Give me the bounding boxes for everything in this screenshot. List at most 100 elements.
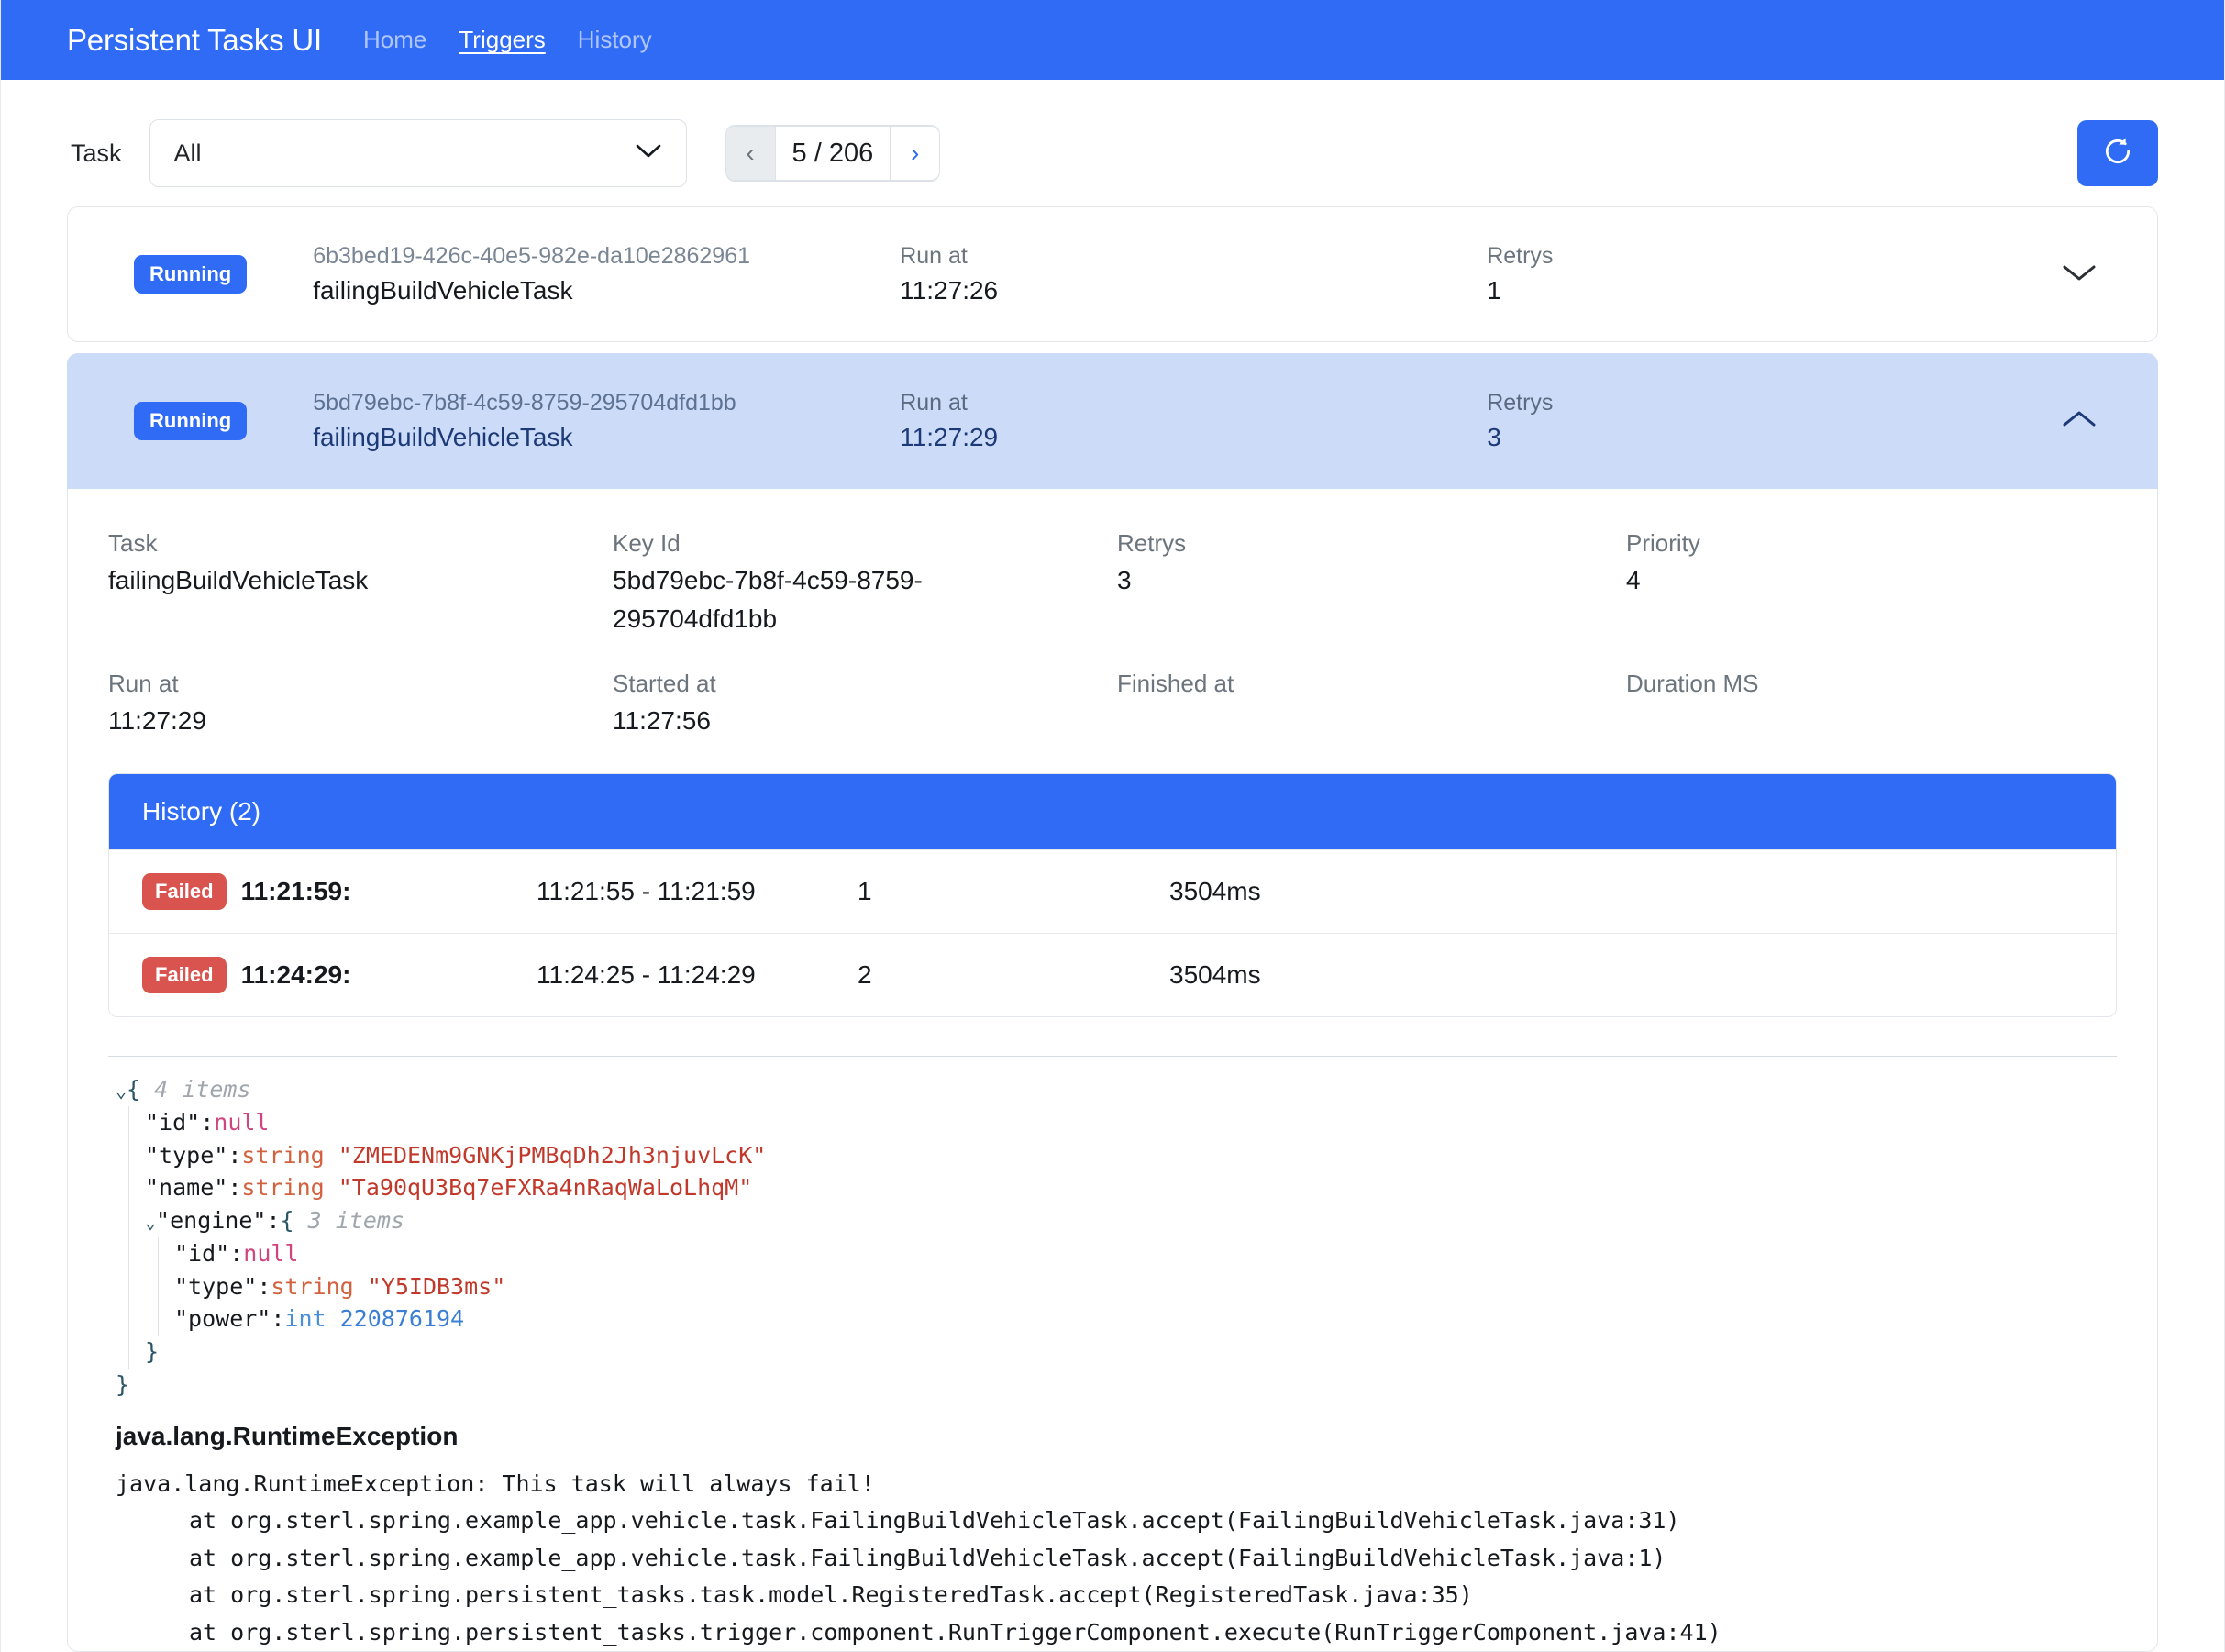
table-row[interactable]: Running 6b3bed19-426c-40e5-982e-da10e286… bbox=[67, 206, 2158, 342]
pagination: ‹ 5 / 206 › bbox=[725, 125, 941, 182]
run-at-label: Run at bbox=[900, 389, 968, 416]
history-time: 11:21:59: bbox=[240, 877, 351, 905]
detail-label: Duration MS bbox=[1626, 670, 1759, 697]
json-root-close: } bbox=[116, 1370, 130, 1398]
chevron-up-icon bbox=[2060, 408, 2098, 435]
collapse-row-button[interactable] bbox=[2038, 408, 2120, 435]
detail-value: 3 bbox=[1117, 566, 1132, 594]
task-name: failingBuildVehicleTask bbox=[313, 422, 573, 451]
table-row[interactable]: Running 5bd79ebc-7b8f-4c59-8759-295704df… bbox=[67, 353, 2158, 489]
history-attempt: 1 bbox=[858, 877, 872, 905]
task-identity-cell: 6b3bed19-426c-40e5-982e-da10e2862961 fai… bbox=[313, 239, 900, 310]
retrys-cell: Retrys 3 bbox=[1487, 386, 2038, 457]
nav-link-history[interactable]: History bbox=[578, 26, 652, 54]
detail-label: Task bbox=[108, 529, 158, 557]
json-key: "type" bbox=[174, 1272, 258, 1300]
json-root-children: "id":null "type":string "ZMEDENm9GNKjPMB… bbox=[128, 1105, 2117, 1369]
detail-label: Finished at bbox=[1117, 670, 1234, 697]
json-engine-children: "id":null "type":string "Y5IDB3ms" "powe… bbox=[158, 1236, 2117, 1336]
stack-frame: at org.sterl.spring.persistent_tasks.tri… bbox=[189, 1618, 1721, 1646]
json-key: "name" bbox=[145, 1174, 228, 1202]
detail-field-run-at: Run at 11:27:29 bbox=[108, 666, 613, 768]
retrys-label: Retrys bbox=[1487, 242, 1554, 269]
stack-frame: at org.sterl.spring.example_app.vehicle.… bbox=[189, 1507, 1680, 1534]
status-badge: Running bbox=[134, 402, 248, 440]
json-value: null bbox=[214, 1108, 270, 1136]
json-engine-close: } bbox=[145, 1338, 160, 1365]
task-filter-select[interactable]: All bbox=[149, 119, 687, 187]
status-badge: Failed bbox=[142, 873, 227, 910]
pagination-count: 5 / 206 bbox=[775, 126, 891, 181]
task-key-id: 6b3bed19-426c-40e5-982e-da10e2862961 bbox=[313, 242, 751, 269]
detail-field-priority: Priority 4 bbox=[1626, 526, 2117, 666]
detail-field-task: Task failingBuildVehicleTask bbox=[108, 526, 613, 666]
exception-stacktrace: java.lang.RuntimeException: This task wi… bbox=[108, 1466, 2117, 1652]
task-key-id: 5bd79ebc-7b8f-4c59-8759-295704dfd1bb bbox=[313, 389, 736, 416]
task-list: Running 6b3bed19-426c-40e5-982e-da10e286… bbox=[1, 206, 2224, 1652]
retrys-value: 3 bbox=[1487, 422, 1501, 451]
nav-link-home[interactable]: Home bbox=[363, 26, 426, 54]
json-value: "ZMEDENm9GNKjPMBqDh2Jh3njuvLcK" bbox=[338, 1141, 767, 1169]
detail-field-retrys: Retrys 3 bbox=[1117, 526, 1626, 666]
pagination-prev-button[interactable]: ‹ bbox=[725, 126, 776, 181]
chevron-down-icon bbox=[635, 143, 662, 164]
nav-links: Home Triggers History bbox=[363, 26, 652, 54]
stack-frame: at org.sterl.spring.persistent_tasks.tas… bbox=[189, 1581, 1473, 1608]
detail-label: Run at bbox=[108, 670, 179, 697]
history-row[interactable]: Failed 11:24:29: 11:24:25 - 11:24:29 2 3… bbox=[109, 933, 2116, 1016]
toolbar: Task All ‹ 5 / 206 › bbox=[1, 80, 2224, 188]
json-line-engine-type: "type":string "Y5IDB3ms" bbox=[174, 1272, 506, 1300]
chevron-down-icon[interactable]: ⌄ bbox=[116, 1080, 127, 1102]
json-type: string bbox=[241, 1174, 325, 1202]
chevron-down-icon bbox=[2060, 261, 2098, 288]
json-viewer: ⌄{ 4 items "id":null "type":string "ZMED… bbox=[108, 1073, 2117, 1402]
json-value: 220876194 bbox=[339, 1305, 465, 1333]
run-at-cell: Run at 11:27:26 bbox=[900, 239, 1487, 310]
exception-message: java.lang.RuntimeException: This task wi… bbox=[116, 1469, 875, 1497]
refresh-button[interactable] bbox=[2077, 120, 2158, 186]
detail-value: failingBuildVehicleTask bbox=[108, 566, 369, 594]
detail-label: Priority bbox=[1626, 529, 1700, 557]
detail-label: Key Id bbox=[613, 529, 681, 557]
detail-label: Retrys bbox=[1117, 529, 1187, 557]
json-key: "id" bbox=[145, 1108, 201, 1136]
pagination-next-button[interactable]: › bbox=[890, 126, 941, 181]
detail-value: 4 bbox=[1626, 566, 1641, 594]
app-title: Persistent Tasks UI bbox=[67, 22, 323, 57]
refresh-icon bbox=[2099, 133, 2136, 174]
json-root-count: 4 items bbox=[154, 1076, 251, 1103]
json-engine-count: 3 items bbox=[307, 1207, 405, 1234]
navbar: Persistent Tasks UI Home Triggers Histor… bbox=[1, 0, 2224, 80]
history-card: History (2) Failed 11:21:59: 11:21:55 - … bbox=[108, 773, 2117, 1017]
expand-row-button[interactable] bbox=[2038, 261, 2120, 288]
run-at-label: Run at bbox=[900, 242, 968, 269]
detail-value: 11:27:29 bbox=[108, 706, 206, 735]
json-line-id: "id":null bbox=[145, 1108, 270, 1136]
history-time: 11:24:29: bbox=[240, 960, 351, 989]
history-status-cell: Failed 11:24:29: bbox=[142, 957, 537, 993]
json-line-engine[interactable]: ⌄"engine":{ 3 items bbox=[145, 1204, 2117, 1237]
task-identity-cell: 5bd79ebc-7b8f-4c59-8759-295704dfd1bb fai… bbox=[313, 386, 900, 457]
json-root-line[interactable]: ⌄{ 4 items bbox=[116, 1073, 2117, 1106]
json-value: null bbox=[243, 1239, 299, 1267]
json-value: "Ta90qU3Bq7eFXRa4nRaqWaLoLhqM" bbox=[338, 1174, 753, 1202]
history-row[interactable]: Failed 11:21:59: 11:21:55 - 11:21:59 1 3… bbox=[109, 849, 2116, 933]
history-duration: 3504ms bbox=[1169, 960, 1261, 989]
task-filter-value: All bbox=[173, 139, 202, 167]
detail-value: 5bd79ebc-7b8f-4c59-8759-295704dfd1bb bbox=[613, 566, 923, 633]
json-key: "type" bbox=[145, 1141, 228, 1169]
chevron-down-icon[interactable]: ⌄ bbox=[145, 1211, 156, 1233]
task-name: failingBuildVehicleTask bbox=[313, 275, 573, 305]
json-key: "power" bbox=[174, 1305, 271, 1333]
history-range: 11:21:55 - 11:21:59 bbox=[537, 877, 756, 905]
json-line-name: "name":string "Ta90qU3Bq7eFXRa4nRaqWaLoL… bbox=[145, 1174, 753, 1202]
json-key: "id" bbox=[174, 1239, 230, 1267]
json-type: string bbox=[241, 1141, 325, 1169]
detail-value: 11:27:56 bbox=[613, 706, 711, 735]
json-line-type: "type":string "ZMEDENm9GNKjPMBqDh2Jh3nju… bbox=[145, 1141, 767, 1169]
run-at-value: 11:27:26 bbox=[900, 275, 999, 305]
nav-link-triggers[interactable]: Triggers bbox=[459, 26, 545, 54]
history-duration: 3504ms bbox=[1169, 877, 1261, 905]
detail-field-finished-at: Finished at bbox=[1117, 666, 1626, 768]
json-type: string bbox=[271, 1272, 354, 1300]
